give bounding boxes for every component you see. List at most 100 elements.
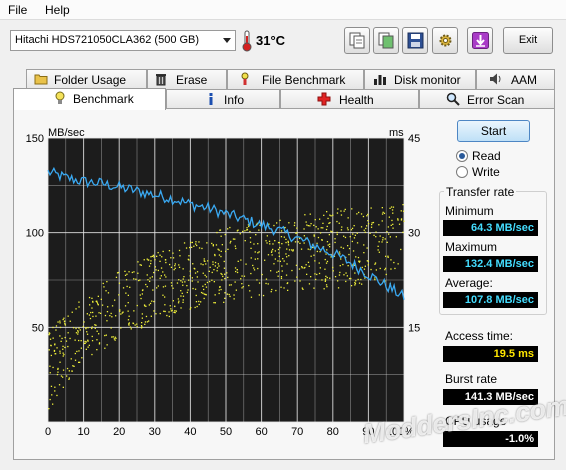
access-time-point <box>296 276 298 278</box>
access-time-point <box>211 271 213 274</box>
access-time-point <box>67 315 69 317</box>
access-time-point <box>397 219 399 221</box>
access-time-point <box>375 269 377 271</box>
access-time-point <box>195 294 197 297</box>
access-time-point <box>129 286 131 288</box>
access-time-point <box>330 215 332 217</box>
minimum-value: 64.3 MB/sec <box>443 220 538 236</box>
access-time-point <box>288 222 290 224</box>
access-time-point <box>153 300 155 303</box>
access-time-point <box>200 291 203 294</box>
access-time-point <box>70 358 72 360</box>
access-time-point <box>121 312 123 314</box>
access-time-point <box>143 259 145 261</box>
access-time-point <box>76 350 78 353</box>
access-time-point <box>115 315 117 317</box>
access-time-point <box>182 284 184 286</box>
access-time-point <box>175 310 177 312</box>
access-time-point <box>196 276 198 278</box>
access-time-point <box>114 336 116 338</box>
access-time-point <box>78 301 80 303</box>
access-time-point <box>361 283 363 285</box>
access-time-point <box>314 273 316 275</box>
access-time-point <box>52 403 54 405</box>
access-time-point <box>127 294 129 296</box>
write-radio[interactable] <box>456 166 468 178</box>
access-time-point <box>150 262 152 265</box>
access-time-point <box>125 292 127 294</box>
access-time-point <box>57 371 59 373</box>
access-time-point <box>354 272 356 274</box>
access-time-point <box>180 295 182 297</box>
access-time-point <box>400 210 402 212</box>
access-time-point <box>274 240 276 242</box>
access-time-point <box>344 236 347 239</box>
access-time-point <box>362 215 365 218</box>
access-time-point <box>214 265 216 267</box>
access-time-point <box>353 237 356 239</box>
access-time-point <box>381 220 383 222</box>
access-time-point <box>183 242 186 244</box>
access-time-point <box>92 311 94 314</box>
access-time-point <box>267 283 269 285</box>
access-time-point <box>53 349 56 352</box>
access-time-point <box>392 212 394 214</box>
access-time-point <box>280 230 283 232</box>
access-time-point <box>154 259 156 261</box>
access-time-point <box>182 295 185 297</box>
access-time-point <box>298 268 301 270</box>
access-time-point <box>78 327 80 329</box>
x-tick-label: 80 <box>327 426 339 438</box>
access-time-point <box>286 263 288 265</box>
access-time-point <box>303 235 305 237</box>
access-time-point <box>403 220 405 222</box>
access-time-point <box>288 249 291 251</box>
access-time-point <box>382 211 384 213</box>
read-radio[interactable] <box>456 150 468 162</box>
access-time-point <box>381 213 384 215</box>
access-time-label: Access time: <box>445 329 514 343</box>
access-time-point <box>202 285 204 287</box>
access-time-point <box>364 265 366 267</box>
access-time-point <box>390 268 392 270</box>
access-time-point <box>325 275 327 277</box>
access-time-point <box>181 292 183 294</box>
access-time-point <box>279 219 281 221</box>
access-time-point <box>189 308 191 310</box>
access-time-point <box>315 226 317 228</box>
access-time-point <box>83 342 86 345</box>
access-time-point <box>336 231 338 234</box>
access-time-point <box>370 268 372 271</box>
tab-benchmark[interactable]: Benchmark <box>13 88 166 110</box>
access-time-point <box>334 276 337 278</box>
access-time-point <box>85 328 87 330</box>
access-time-point <box>127 310 129 312</box>
access-time-point <box>133 278 135 280</box>
access-time-point <box>195 241 197 243</box>
access-time-point <box>397 263 399 265</box>
access-time-point <box>300 248 303 250</box>
access-time-point <box>363 229 365 231</box>
access-time-point <box>87 346 89 348</box>
access-time-point <box>119 309 121 311</box>
access-time-point <box>78 306 80 308</box>
access-time-point <box>227 248 229 250</box>
access-time-point <box>172 287 174 289</box>
access-time-point <box>336 212 339 214</box>
access-time-point <box>326 260 329 263</box>
access-time-point <box>319 218 321 220</box>
access-time-point <box>235 247 237 250</box>
start-button[interactable]: Start <box>457 120 530 142</box>
access-time-point <box>77 331 79 333</box>
access-time-point <box>338 251 341 253</box>
access-time-point <box>63 317 65 319</box>
access-time-point <box>193 267 195 270</box>
access-time-point <box>325 262 328 264</box>
access-time-point <box>207 260 209 262</box>
access-time-point <box>183 276 185 278</box>
access-time-point <box>113 338 115 340</box>
access-time-point <box>162 294 164 296</box>
access-time-point <box>87 327 89 329</box>
access-time-point <box>257 267 259 270</box>
access-time-point <box>49 398 51 401</box>
